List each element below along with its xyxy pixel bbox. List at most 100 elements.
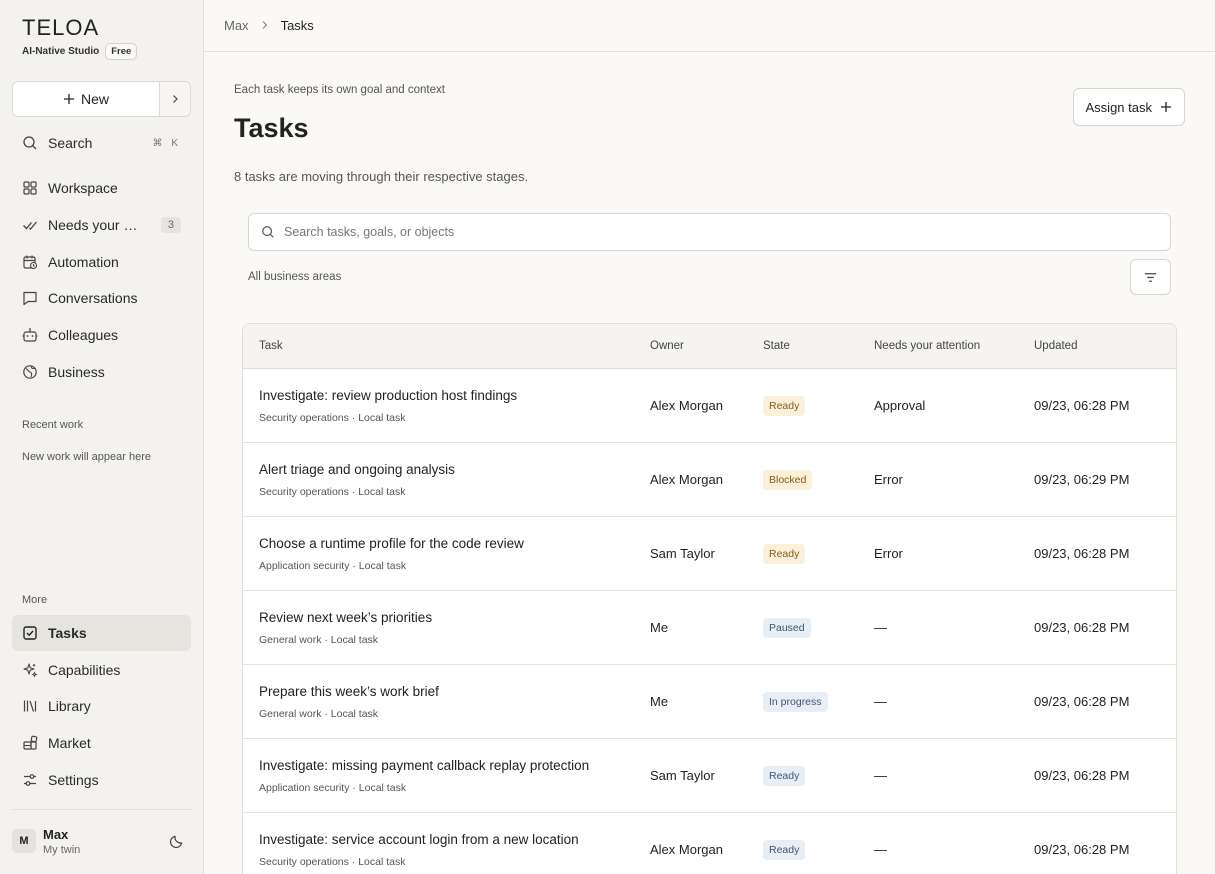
filter-button[interactable] xyxy=(1130,259,1171,295)
recent-work-label: Recent work xyxy=(22,419,84,431)
sidebar-item-automation[interactable]: Automation xyxy=(12,244,191,280)
task-updated: 09/23, 06:28 PM xyxy=(1034,694,1130,709)
check-double-icon xyxy=(22,217,38,233)
sliders-icon xyxy=(22,772,38,788)
library-icon xyxy=(22,698,38,714)
sidebar-item-label: Workspace xyxy=(48,180,118,196)
new-expand-button[interactable] xyxy=(160,82,190,116)
globe-icon xyxy=(22,364,38,380)
sidebar: TELOA AI-Native Studio Free New Search ⌘… xyxy=(0,0,204,874)
table-header: Task Owner State Needs your attention Up… xyxy=(243,324,1176,369)
assign-task-button[interactable]: Assign task xyxy=(1072,88,1185,126)
status-badge: Ready xyxy=(763,765,806,786)
task-owner: Me xyxy=(650,694,669,709)
task-updated: 09/23, 06:29 PM xyxy=(1034,472,1130,487)
profile-subtitle: My twin xyxy=(43,843,81,856)
sidebar-item-business[interactable]: Business xyxy=(12,354,191,390)
assign-task-label: Assign task xyxy=(1085,99,1152,115)
chevron-right-icon xyxy=(261,19,269,33)
main-content: Max Tasks Each task keeps its own goal a… xyxy=(204,0,1215,874)
status-badge: Ready xyxy=(763,543,806,564)
status-badge: Ready xyxy=(763,395,806,416)
sidebar-item-label: Conversations xyxy=(48,290,138,306)
theme-toggle-button[interactable] xyxy=(167,832,185,850)
task-search-box xyxy=(248,213,1171,251)
sidebar-item-label: Automation xyxy=(48,254,119,270)
calendar-clock-icon xyxy=(22,254,38,270)
task-title: Investigate: service account login from … xyxy=(259,831,579,847)
avatar: M xyxy=(12,829,36,853)
check-square-icon xyxy=(22,625,38,641)
more-label: More xyxy=(22,594,48,606)
new-button[interactable]: New xyxy=(13,82,160,116)
sidebar-item-tasks[interactable]: Tasks xyxy=(12,615,191,651)
task-title: Choose a runtime profile for the code re… xyxy=(259,535,524,551)
grid-icon xyxy=(22,180,38,196)
task-owner: Alex Morgan xyxy=(650,472,723,487)
chat-icon xyxy=(22,290,38,306)
table-row[interactable]: Investigate: review production host find… xyxy=(243,369,1176,443)
sidebar-item-label: Settings xyxy=(48,772,99,788)
sidebar-item-label: Business xyxy=(48,364,105,380)
column-header-owner[interactable]: Owner xyxy=(650,340,763,352)
app-window: TELOA AI-Native Studio Free New Search ⌘… xyxy=(0,0,1215,874)
sparkles-icon xyxy=(22,662,38,678)
task-title: Investigate: missing payment callback re… xyxy=(259,757,590,773)
sidebar-item-workspace[interactable]: Workspace xyxy=(12,170,191,206)
brand-subtitle: AI-Native Studio xyxy=(22,46,100,57)
plus-icon xyxy=(63,94,74,104)
breadcrumb-root[interactable]: Max xyxy=(224,18,249,33)
blocks-icon xyxy=(22,735,38,751)
column-header-state[interactable]: State xyxy=(763,340,874,352)
profile-switcher[interactable]: M Max My twin xyxy=(12,822,191,860)
profile-name: Max xyxy=(43,826,69,842)
new-button-group: New xyxy=(12,81,191,117)
task-title: Prepare this week’s work brief xyxy=(259,683,439,699)
column-header-attention[interactable]: Needs your attention xyxy=(874,340,1034,352)
status-badge: In progress xyxy=(763,691,828,712)
column-header-updated[interactable]: Updated xyxy=(1034,340,1176,352)
moon-icon xyxy=(169,835,182,848)
task-updated: 09/23, 06:28 PM xyxy=(1034,620,1130,635)
chevron-right-icon xyxy=(173,95,178,103)
table-row[interactable]: Investigate: missing payment callback re… xyxy=(243,739,1176,813)
search-button[interactable]: Search ⌘ K xyxy=(12,125,191,161)
sidebar-item-colleagues[interactable]: Colleagues xyxy=(12,317,191,353)
sidebar-item-library[interactable]: Library xyxy=(12,688,191,724)
table-row[interactable]: Review next week’s priorities General wo… xyxy=(243,591,1176,665)
page-eyebrow: Each task keeps its own goal and context xyxy=(234,84,445,96)
plan-badge: Free xyxy=(105,43,138,60)
new-button-label: New xyxy=(80,91,109,107)
task-attention: Error xyxy=(874,472,903,487)
task-owner: Sam Taylor xyxy=(650,546,715,561)
task-search-input[interactable] xyxy=(284,225,1144,239)
column-header-task[interactable]: Task xyxy=(243,340,650,352)
sidebar-item-conversations[interactable]: Conversations xyxy=(12,280,191,316)
brand[interactable]: TELOA AI-Native Studio Free xyxy=(22,16,138,60)
search-icon xyxy=(22,135,38,151)
task-updated: 09/23, 06:28 PM xyxy=(1034,546,1130,561)
search-shortcut: ⌘ K xyxy=(152,137,181,149)
status-badge: Ready xyxy=(763,839,806,860)
tasks-table: Task Owner State Needs your attention Up… xyxy=(242,323,1177,874)
task-title: Investigate: review production host find… xyxy=(259,387,518,403)
status-badge: Blocked xyxy=(763,469,813,490)
table-row[interactable]: Alert triage and ongoing analysis Securi… xyxy=(243,443,1176,517)
task-owner: Sam Taylor xyxy=(650,768,715,783)
sidebar-item-capabilities[interactable]: Capabilities xyxy=(12,652,191,688)
table-row[interactable]: Choose a runtime profile for the code re… xyxy=(243,517,1176,591)
sidebar-item-settings[interactable]: Settings xyxy=(12,762,191,798)
table-row[interactable]: Investigate: service account login from … xyxy=(243,813,1176,874)
task-attention: — xyxy=(874,768,887,783)
task-meta: General work · Local task xyxy=(259,633,379,646)
table-row[interactable]: Prepare this week’s work brief General w… xyxy=(243,665,1176,739)
attention-count-badge: 3 xyxy=(160,217,181,233)
task-owner: Alex Morgan xyxy=(650,842,723,857)
task-attention: Approval xyxy=(874,398,926,413)
task-meta: Application security · Local task xyxy=(259,559,407,572)
task-meta: General work · Local task xyxy=(259,707,379,720)
sidebar-item-needs-attention[interactable]: Needs your attention 3 xyxy=(12,207,191,243)
task-meta: Security operations · Local task xyxy=(259,411,406,424)
recent-work-empty: New work will appear here xyxy=(22,451,151,463)
sidebar-item-market[interactable]: Market xyxy=(12,725,191,761)
